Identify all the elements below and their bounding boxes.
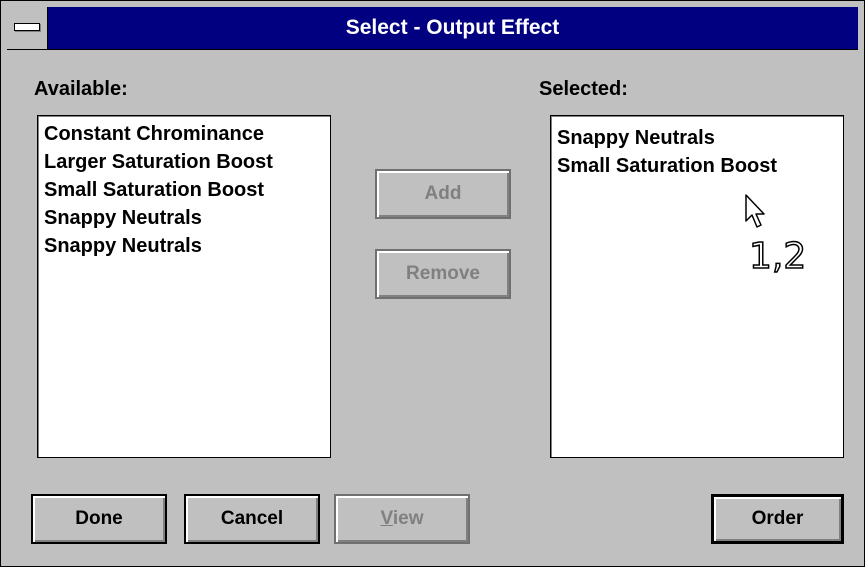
position-readout: 1,2 xyxy=(748,235,807,278)
done-button[interactable]: Done xyxy=(31,494,167,544)
cancel-button[interactable]: Cancel xyxy=(184,494,320,544)
list-item[interactable]: Small Saturation Boost xyxy=(44,176,324,204)
available-listbox[interactable]: Constant Chrominance Larger Saturation B… xyxy=(37,115,331,458)
list-item[interactable]: Larger Saturation Boost xyxy=(44,148,324,176)
remove-button[interactable]: Remove xyxy=(375,249,511,299)
output-effect-dialog: Select - Output Effect Available: Consta… xyxy=(0,0,865,567)
order-button[interactable]: Order xyxy=(711,494,844,544)
list-item[interactable]: Snappy Neutrals xyxy=(557,124,837,152)
view-mnemonic: V xyxy=(380,508,393,529)
add-button[interactable]: Add xyxy=(375,169,511,219)
system-menu-button[interactable] xyxy=(7,7,48,49)
view-label-rest: iew xyxy=(392,508,424,529)
view-button[interactable]: View xyxy=(334,494,470,544)
selected-label: Selected: xyxy=(539,78,628,100)
list-item[interactable]: Constant Chrominance xyxy=(44,120,324,148)
list-item[interactable]: Snappy Neutrals xyxy=(44,204,324,232)
list-item[interactable]: Small Saturation Boost xyxy=(557,152,837,180)
minus-bar-icon xyxy=(14,23,40,31)
selected-listbox[interactable]: Snappy Neutrals Small Saturation Boost xyxy=(550,115,844,458)
title-bar[interactable]: Select - Output Effect xyxy=(7,7,858,50)
window-title: Select - Output Effect xyxy=(345,16,560,39)
available-label: Available: xyxy=(34,78,128,100)
arrow-cursor-icon xyxy=(745,194,765,228)
list-item[interactable]: Snappy Neutrals xyxy=(44,232,324,260)
